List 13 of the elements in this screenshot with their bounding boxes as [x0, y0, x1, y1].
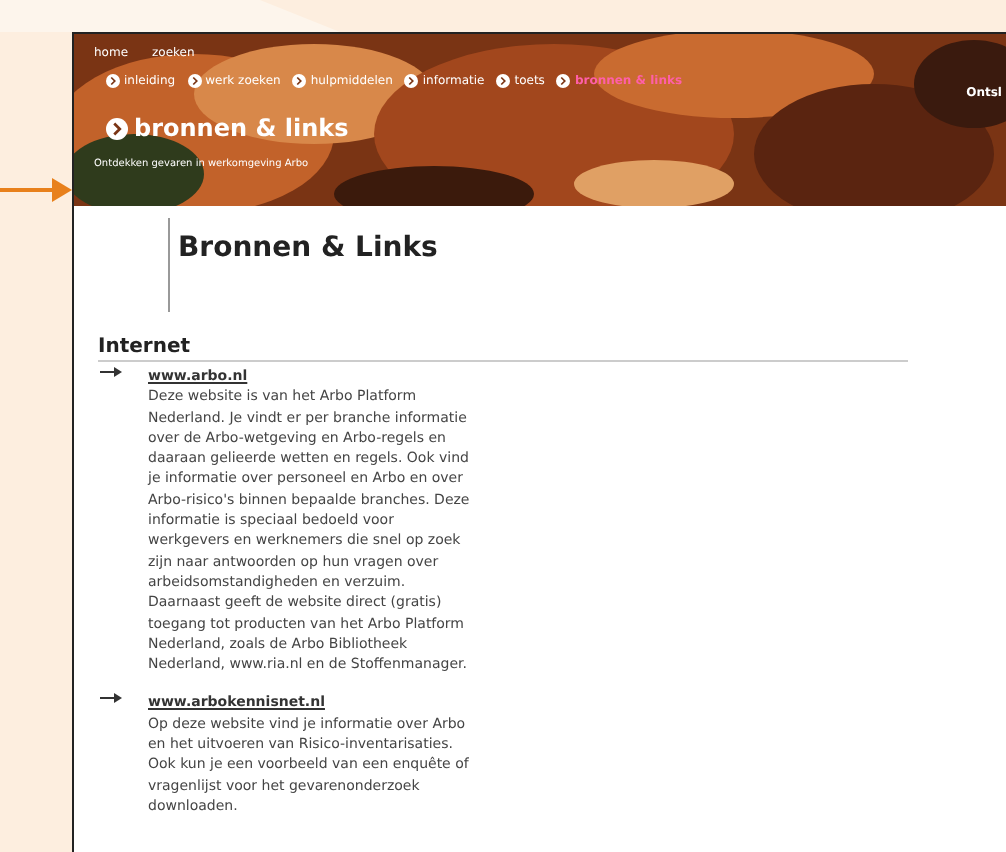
arrow-circle-icon [496, 74, 511, 88]
pointer-arrow-icon [0, 178, 72, 202]
arrow-circle-icon [292, 74, 307, 88]
section-title: Internet [98, 336, 193, 360]
arrow-circle-icon [187, 74, 202, 88]
arrow-circle-icon [106, 117, 128, 139]
arrow-icon [100, 692, 122, 705]
arrow-circle-icon [556, 74, 571, 88]
arrow-circle-icon [106, 74, 120, 88]
arrow-icon [100, 366, 122, 378]
header-title: bronnen & links [134, 112, 349, 146]
page-title: Bronnen & Links [178, 230, 440, 268]
arrow-circle-icon [404, 74, 419, 88]
